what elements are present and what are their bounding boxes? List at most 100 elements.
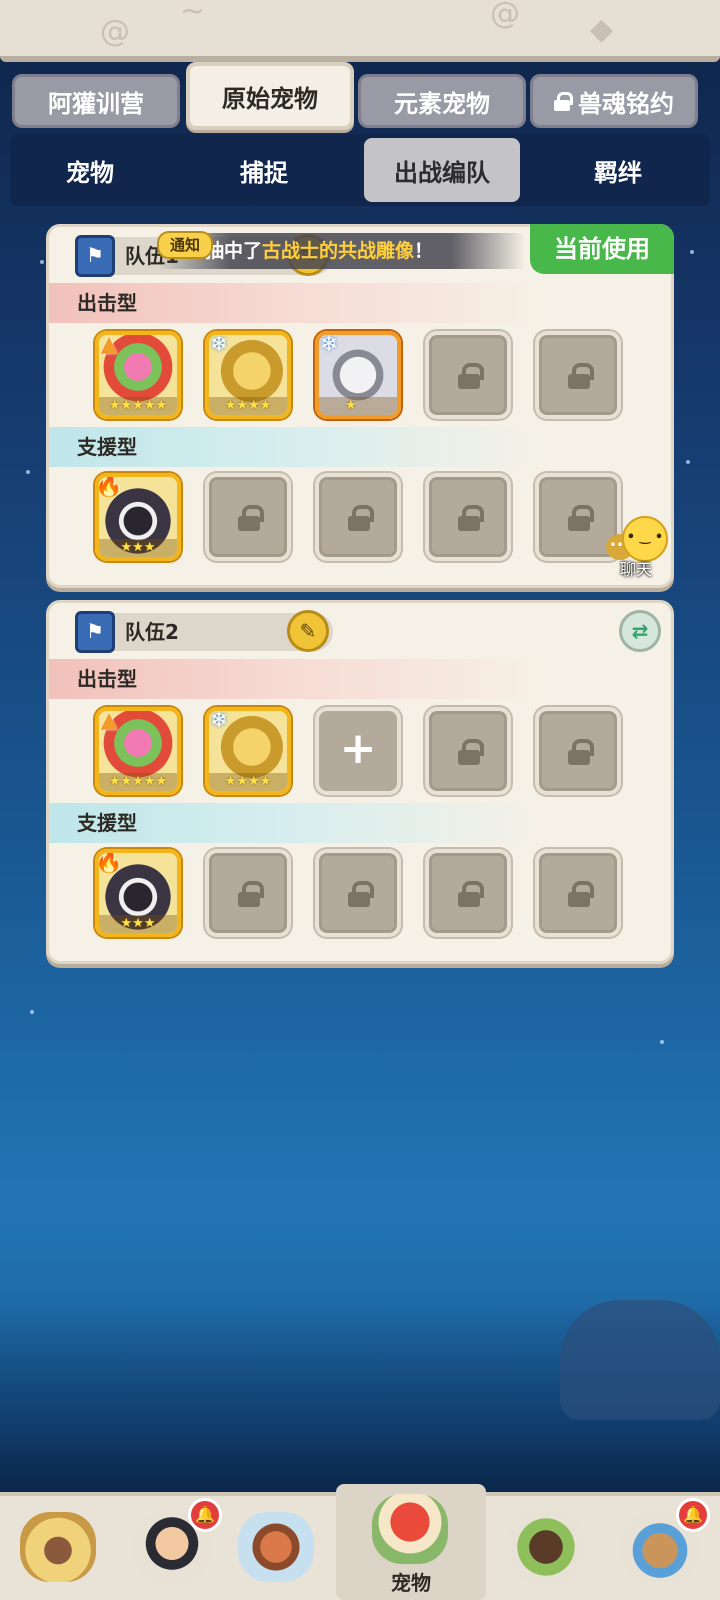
red-dino-pet-icon — [372, 1494, 448, 1564]
lock-icon — [238, 881, 264, 907]
bottom-nav: 🔔 宠物 🔔 — [0, 1484, 720, 1600]
locked-slot — [205, 473, 291, 561]
nav-hero[interactable]: 🔔 — [122, 1498, 222, 1598]
support-section-label: 支援型 — [49, 803, 671, 843]
lock-icon — [348, 505, 374, 531]
pet-slot-boar[interactable]: 🔥 ★★★ — [95, 849, 181, 937]
nav-bear[interactable] — [496, 1502, 596, 1598]
team-header: 队伍2 ⚑ ✎ ⇄ — [49, 603, 671, 657]
star-rating: ★★★★★ — [99, 397, 177, 415]
tab-label: 阿獾训营 — [48, 89, 144, 118]
tab-capture[interactable]: 捕捉 — [186, 138, 342, 202]
pet-slot-white-wolf[interactable]: ❄ ★ — [315, 331, 401, 419]
lock-icon — [568, 881, 594, 907]
chat-label: 聊天 — [619, 560, 652, 579]
pet-slot-plant-monster[interactable]: ▲ ★★★★★ — [95, 331, 181, 419]
support-section-label: 支援型 — [49, 427, 671, 467]
notice-tag: 通知 — [157, 231, 213, 259]
category-tabs: 阿獾训营 原始宠物 元素宠物 兽魂铭约 — [12, 62, 710, 130]
locked-slot — [535, 707, 621, 795]
team-card-1: 队伍1 ✎ ⚑ 抽中了古战士的共战雕像！ 通知 当前使用 出击型 ▲ ★★★★★… — [46, 224, 674, 588]
tab-label: 捕捉 — [240, 158, 288, 187]
team-card-2: 队伍2 ⚑ ✎ ⇄ 出击型 ▲ ★★★★★ ❄ ★★★★ + 支援型 🔥 ★★★ — [46, 600, 674, 964]
star-rating: ★★★★ — [209, 773, 287, 791]
lock-icon — [348, 881, 374, 907]
edit-icon[interactable]: ✎ — [287, 610, 329, 652]
tab-label: 羁绊 — [594, 158, 642, 187]
triangle-element-icon: ▲ — [100, 708, 118, 733]
nav-label: 宠物 — [391, 1571, 431, 1595]
lock-icon — [568, 739, 594, 765]
triangle-element-icon: ▲ — [100, 332, 118, 357]
chat-button[interactable]: ••• 聊天 — [606, 514, 676, 584]
notice-highlight: 古战士的共战雕像 — [262, 240, 415, 262]
pet-slot-lion[interactable]: ❄ ★★★★ — [205, 331, 291, 419]
fire-element-icon: 🔥 — [95, 474, 123, 499]
tab-label: 宠物 — [66, 158, 114, 187]
pet-slot-plant-monster[interactable]: ▲ ★★★★★ — [95, 707, 181, 795]
locked-slot — [425, 331, 511, 419]
notification-bell-icon: 🔔 — [188, 1498, 222, 1532]
bear-icon — [508, 1512, 584, 1582]
ice-element-icon: ❄ — [209, 332, 229, 357]
ice-element-icon: ❄ — [319, 332, 339, 357]
nav-caveman[interactable] — [8, 1502, 108, 1598]
top-stone-header: @ ~ @ ◆ — [0, 0, 720, 62]
tab-label: 出战编队 — [394, 158, 490, 187]
lock-icon — [458, 363, 484, 389]
star-rating: ★★★ — [99, 915, 177, 933]
nav-pets[interactable]: 宠物 — [336, 1484, 486, 1600]
tab-label: 原始宠物 — [222, 84, 318, 113]
star-rating: ★★★ — [99, 539, 177, 557]
sub-tabs: 宠物 捕捉 出战编队 羁绊 — [10, 134, 710, 206]
team-header: 队伍1 ✎ ⚑ 抽中了古战士的共战雕像！ 通知 当前使用 — [49, 224, 674, 281]
locked-slot — [535, 331, 621, 419]
tab-bonds[interactable]: 羁绊 — [540, 138, 696, 202]
pet-slot-lion[interactable]: ❄ ★★★★ — [205, 707, 291, 795]
swap-icon[interactable]: ⇄ — [619, 610, 661, 652]
tiki-icon — [238, 1512, 314, 1582]
tab-primitive-pets[interactable]: 原始宠物 — [186, 62, 354, 130]
locked-slot — [425, 849, 511, 937]
lock-icon — [458, 505, 484, 531]
tab-training-camp[interactable]: 阿獾训营 — [12, 74, 180, 128]
star-rating: ★★★★★ — [99, 773, 177, 791]
tab-battle-formation[interactable]: 出战编队 — [364, 138, 520, 202]
attack-section-label: 出击型 — [49, 659, 671, 699]
tab-element-pets[interactable]: 元素宠物 — [358, 74, 526, 128]
background-totem — [560, 1300, 720, 1420]
ice-element-icon: ❄ — [209, 708, 229, 733]
caveman-icon — [20, 1512, 96, 1582]
notice-suffix: ！ — [414, 240, 434, 262]
star-rating: ★★★★ — [209, 397, 287, 415]
pet-slot-boar[interactable]: 🔥 ★★★ — [95, 473, 181, 561]
locked-slot — [315, 473, 401, 561]
lock-icon — [568, 505, 594, 531]
notification-bell-icon: 🔔 — [676, 1498, 710, 1532]
star-rating: ★ — [319, 397, 397, 415]
team-flag-icon: ⚑ — [75, 611, 115, 653]
lock-icon — [458, 881, 484, 907]
notice-prefix: 抽中了 — [205, 240, 263, 262]
locked-slot — [425, 473, 511, 561]
team-name-text: 队伍2 — [125, 620, 179, 644]
lock-icon — [238, 505, 264, 531]
tab-beast-soul-pact[interactable]: 兽魂铭约 — [530, 74, 698, 128]
lock-icon — [554, 92, 573, 111]
locked-slot — [535, 849, 621, 937]
tab-label: 元素宠物 — [394, 89, 490, 118]
locked-slot — [315, 849, 401, 937]
fire-element-icon: 🔥 — [95, 850, 123, 875]
nav-hut[interactable]: 🔔 — [610, 1498, 710, 1598]
tab-label: 兽魂铭约 — [578, 89, 674, 118]
locked-slot — [205, 849, 291, 937]
locked-slot — [425, 707, 511, 795]
lock-icon — [458, 739, 484, 765]
team-flag-icon: ⚑ — [75, 235, 115, 277]
tab-pets[interactable]: 宠物 — [12, 138, 168, 202]
attack-section-label: 出击型 — [49, 283, 671, 323]
add-pet-button[interactable]: + — [315, 707, 401, 795]
nav-tiki[interactable] — [226, 1502, 326, 1598]
lock-icon — [568, 363, 594, 389]
current-in-use-badge: 当前使用 — [530, 224, 674, 274]
